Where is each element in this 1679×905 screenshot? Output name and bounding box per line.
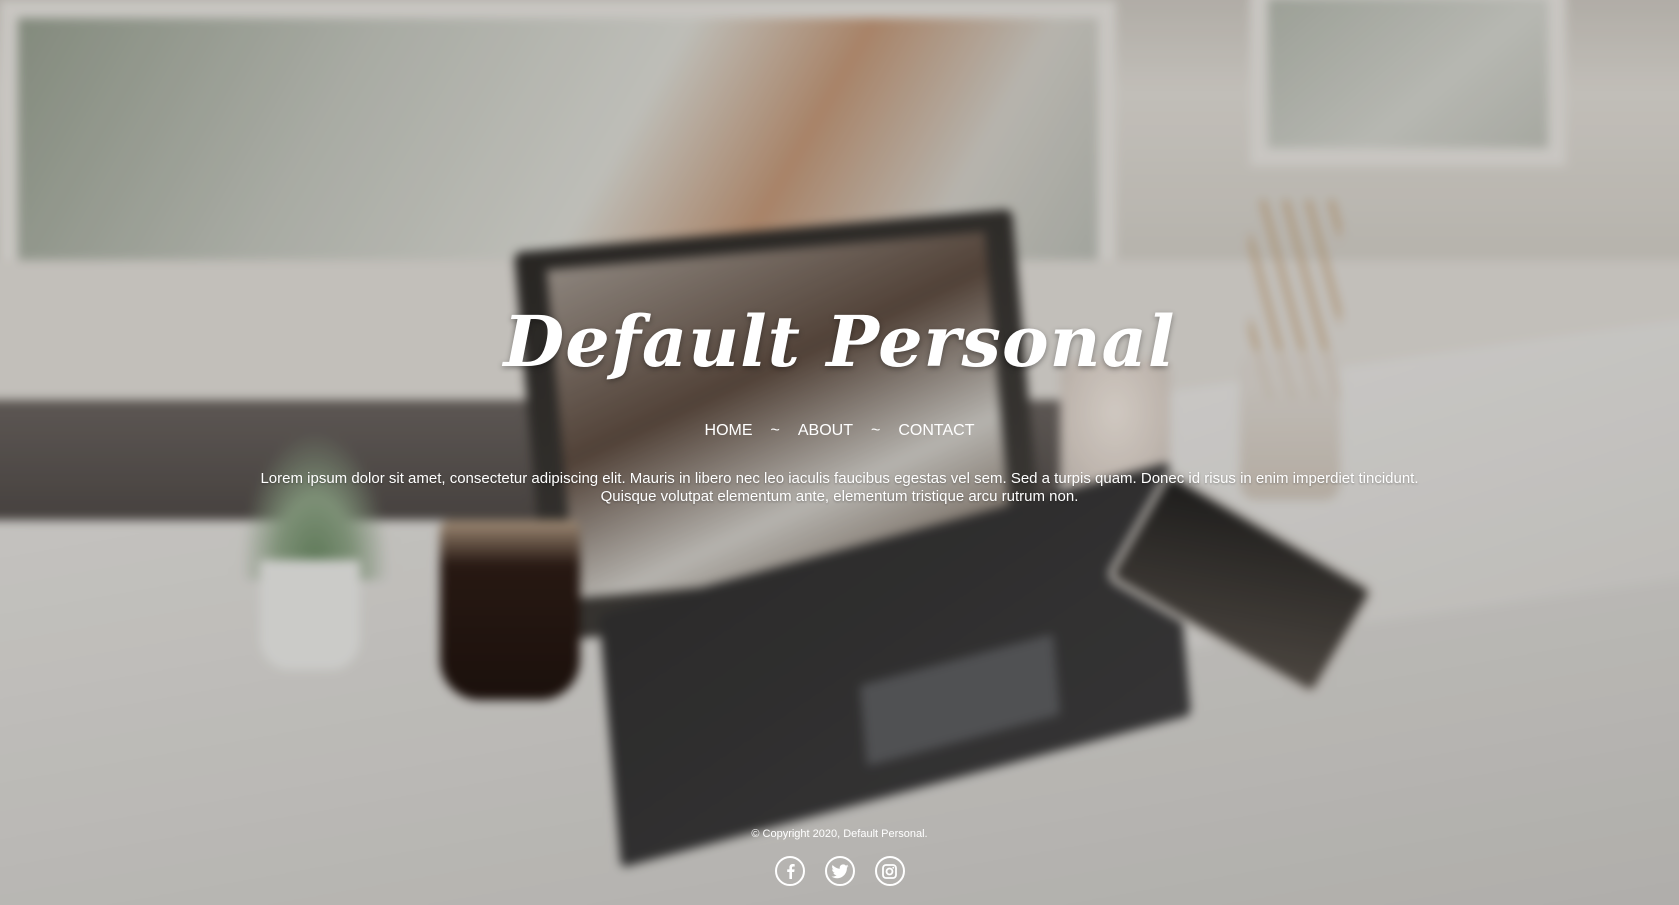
- nav-separator: ~: [770, 422, 780, 439]
- instagram-icon: [882, 863, 897, 879]
- instagram-link[interactable]: [874, 856, 905, 886]
- nav-contact-link[interactable]: CONTACT: [898, 422, 974, 440]
- intro-line-1: Lorem ipsum dolor sit amet, consectetur …: [260, 470, 1419, 487]
- nav-home-link[interactable]: HOME: [705, 422, 753, 440]
- page: Default Personal HOME ~ ABOUT ~ CONTACT …: [0, 0, 1679, 905]
- nav-about-link[interactable]: ABOUT: [798, 422, 853, 440]
- copyright-text: © Copyright 2020, Default Personal.: [751, 828, 928, 840]
- intro-line-2: Quisque volutpat elementum ante, element…: [600, 488, 1079, 505]
- intro-text: Lorem ipsum dolor sit amet, consectetur …: [200, 470, 1479, 506]
- content: Default Personal HOME ~ ABOUT ~ CONTACT …: [0, 0, 1679, 905]
- twitter-icon: [831, 863, 848, 878]
- nav-separator: ~: [870, 422, 881, 439]
- site-title: Default Personal: [503, 300, 1176, 383]
- social-links: [0, 856, 1679, 886]
- twitter-link[interactable]: [824, 856, 855, 886]
- facebook-link[interactable]: [774, 856, 805, 886]
- main-nav: HOME ~ ABOUT ~ CONTACT: [0, 422, 1679, 440]
- facebook-icon: [786, 864, 795, 879]
